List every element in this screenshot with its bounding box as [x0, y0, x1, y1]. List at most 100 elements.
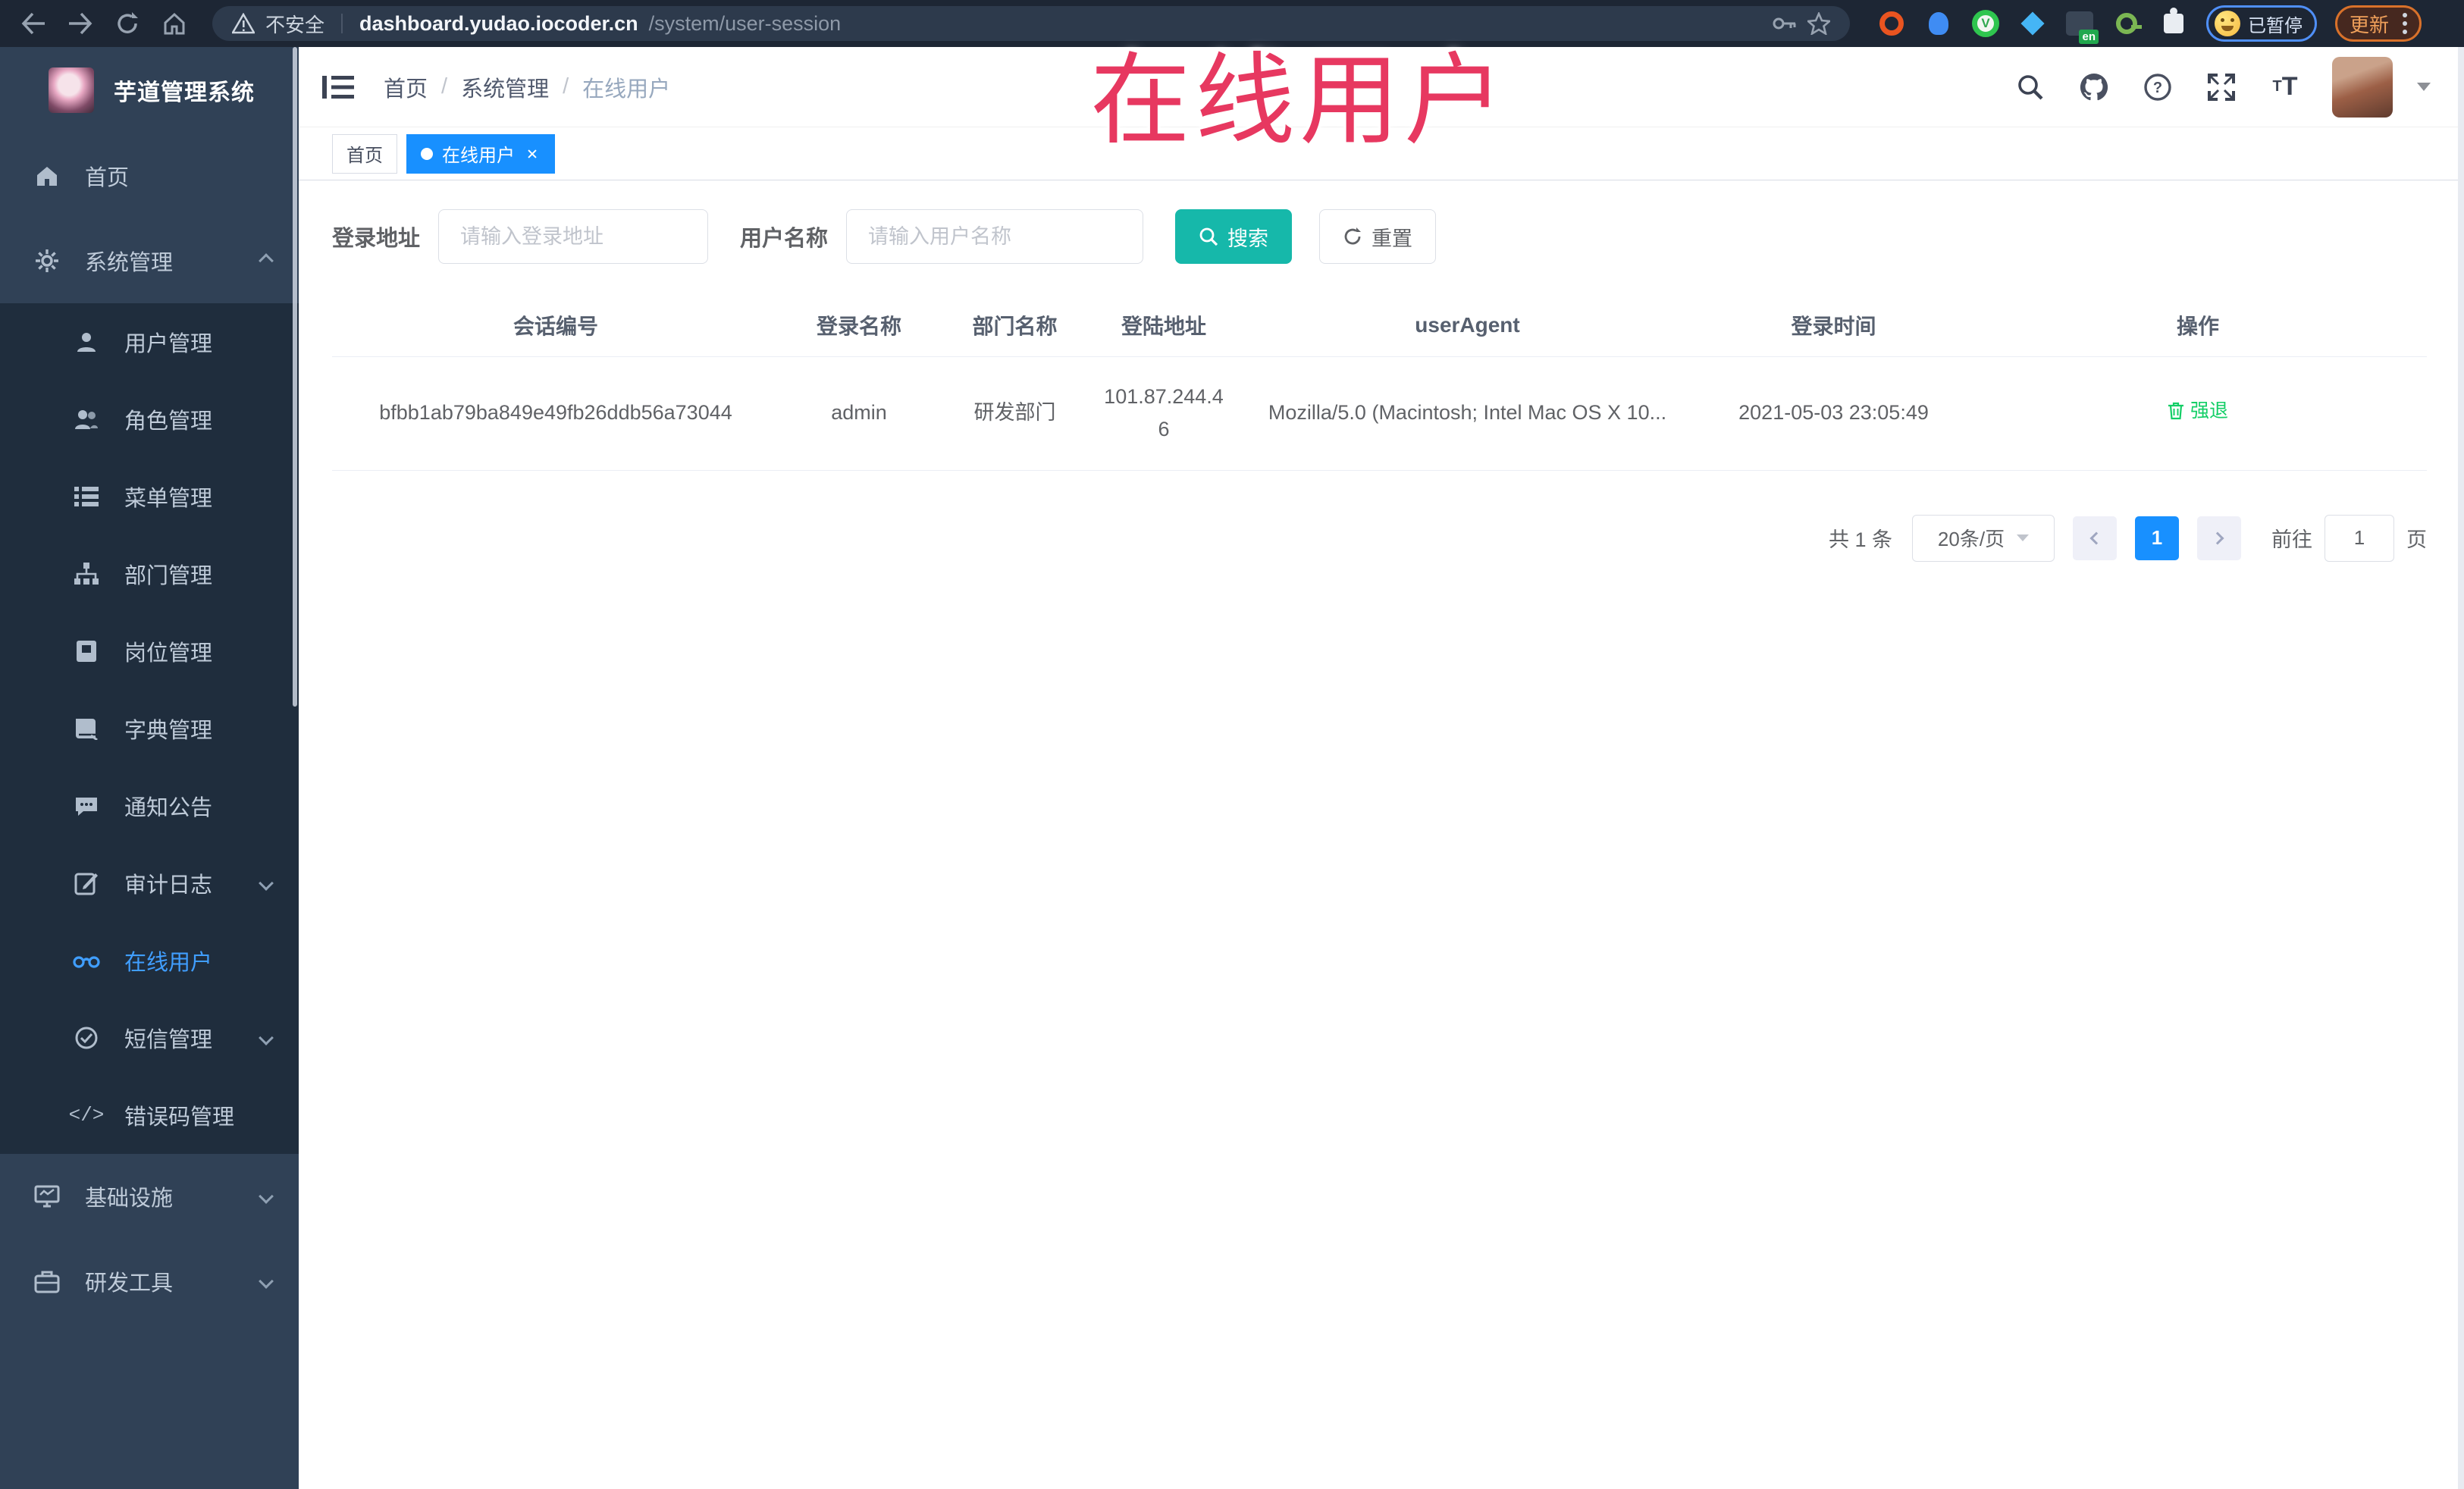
- sidebar-item-department-management[interactable]: 部门管理: [0, 535, 299, 613]
- extension-diamond-icon[interactable]: [2018, 9, 2047, 38]
- browser-forward-button[interactable]: [61, 4, 100, 43]
- sidebar-item-system-management[interactable]: 系统管理: [0, 218, 299, 303]
- fullscreen-icon[interactable]: [2205, 71, 2238, 104]
- search-button[interactable]: 搜索: [1175, 209, 1293, 264]
- sidebar-item-label: 错误码管理: [124, 1105, 235, 1130]
- extension-key-icon[interactable]: [2112, 9, 2142, 38]
- chevron-down-icon: [259, 1274, 274, 1289]
- next-page-button[interactable]: [2197, 516, 2241, 560]
- sidebar-item-error-code-management[interactable]: </> 错误码管理: [0, 1077, 299, 1154]
- address-bar[interactable]: 不安全 dashboard.yudao.iocoder.cn/system/us…: [212, 6, 1850, 41]
- extension-translate-icon[interactable]: en: [2065, 9, 2099, 44]
- page-size-select[interactable]: 20条/页: [1912, 514, 2055, 562]
- breadcrumb-home[interactable]: 首页: [384, 71, 428, 103]
- sidebar-item-home[interactable]: 首页: [0, 133, 299, 218]
- help-icon[interactable]: ?: [2141, 71, 2174, 104]
- profile-paused-chip[interactable]: 已暂停: [2206, 5, 2317, 42]
- browser-back-button[interactable]: [14, 4, 53, 43]
- chevron-down-icon: [259, 1030, 274, 1045]
- force-logout-button[interactable]: 强退: [2168, 396, 2228, 426]
- sidebar-item-label: 首页: [85, 166, 130, 190]
- trash-icon: [2168, 403, 2183, 420]
- search-icon[interactable]: [2014, 71, 2047, 104]
- system-management-submenu: 用户管理 角色管理 菜单管理 部门管理 岗位管理 字典管理 通知公告 审计日志 …: [0, 303, 299, 1154]
- sidebar-item-infrastructure[interactable]: 基础设施: [0, 1154, 299, 1239]
- chevron-down-icon: [259, 876, 274, 891]
- security-label[interactable]: 不安全: [265, 10, 324, 38]
- github-icon[interactable]: [2077, 71, 2111, 104]
- search-icon: [1199, 227, 1218, 246]
- password-key-icon[interactable]: [1773, 17, 1797, 30]
- sidebar-item-online-users[interactable]: 在线用户: [0, 922, 299, 999]
- sidebar-item-notice-announcement[interactable]: 通知公告: [0, 767, 299, 845]
- sidebar-item-label: 角色管理: [124, 409, 213, 434]
- sidebar-item-dict-management[interactable]: 字典管理: [0, 690, 299, 767]
- browser-home-button[interactable]: [155, 4, 194, 43]
- sidebar-scrollbar[interactable]: [293, 47, 297, 707]
- sidebar-item-label: 字典管理: [124, 719, 213, 743]
- browser-menu-icon[interactable]: [2403, 13, 2408, 34]
- tab-online-users[interactable]: 在线用户: [406, 133, 555, 174]
- sidebar-item-menu-management[interactable]: 菜单管理: [0, 458, 299, 535]
- extension-icons: V en 已暂停 更新: [1877, 5, 2422, 44]
- en-badge: en: [2079, 30, 2099, 44]
- extension-v-icon[interactable]: V: [1971, 9, 2000, 38]
- tab-home[interactable]: 首页: [332, 133, 397, 174]
- edit-log-icon: [73, 870, 100, 897]
- extensions-puzzle-icon[interactable]: [2159, 8, 2188, 38]
- goto-label: 前往: [2271, 528, 2312, 551]
- font-size-icon[interactable]: TT: [2268, 71, 2302, 104]
- goto-page-input[interactable]: [2324, 514, 2394, 562]
- breadcrumb-system-management[interactable]: 系统管理: [461, 71, 549, 103]
- breadcrumb-separator: /: [563, 74, 569, 99]
- username-input[interactable]: [846, 209, 1144, 264]
- pagination: 共 1 条 20条/页 1 前往 页: [332, 514, 2427, 562]
- active-tab-dot: [421, 147, 433, 160]
- sidebar-item-dev-tools[interactable]: 研发工具: [0, 1239, 299, 1324]
- online-users-icon: [73, 947, 100, 974]
- avatar-caret-icon[interactable]: [2417, 83, 2431, 91]
- chevron-down-icon: [259, 1189, 274, 1204]
- app-logo: [49, 67, 94, 113]
- prev-page-button[interactable]: [2073, 516, 2117, 560]
- user-icon: [73, 328, 100, 356]
- monitor-icon: [33, 1183, 61, 1210]
- user-avatar[interactable]: [2332, 56, 2393, 118]
- sidebar-item-label: 研发工具: [85, 1271, 174, 1296]
- cell-username: admin: [779, 356, 939, 471]
- chevron-up-icon: [259, 253, 274, 268]
- reset-button[interactable]: 重置: [1319, 209, 1437, 264]
- sidebar-item-label: 菜单管理: [124, 487, 213, 511]
- login-address-input[interactable]: [438, 209, 709, 264]
- url-path: /system/user-session: [648, 11, 842, 35]
- sidebar-item-label: 部门管理: [124, 564, 213, 588]
- col-session-id: 会话编号: [332, 294, 779, 357]
- page-number-1[interactable]: 1: [2135, 516, 2179, 560]
- bookmark-star-icon[interactable]: [1807, 12, 1830, 35]
- chevron-down-icon: [2017, 534, 2030, 541]
- header-actions: ? TT: [2014, 56, 2464, 118]
- extension-ubuntu-icon[interactable]: [1877, 9, 1906, 38]
- org-tree-icon: [73, 560, 100, 588]
- sidebar-item-audit-log[interactable]: 审计日志: [0, 845, 299, 922]
- extension-lamp-icon[interactable]: [1924, 9, 1953, 38]
- message-icon: [73, 792, 100, 820]
- sessions-table: 会话编号 登录名称 部门名称 登陆地址 userAgent 登录时间 操作 bf…: [332, 294, 2427, 471]
- window-scrollbar[interactable]: [2458, 47, 2464, 1489]
- browser-reload-button[interactable]: [108, 4, 147, 43]
- sidebar-item-label: 通知公告: [124, 796, 213, 820]
- main-content: 登录地址 用户名称 搜索 重置 会话编号 登录名称 部门名称 登陆地址 user…: [299, 180, 2464, 1489]
- sidebar-item-sms-management[interactable]: 短信管理: [0, 999, 299, 1077]
- app-logo-row[interactable]: 芋道管理系统: [0, 47, 299, 133]
- url-host: dashboard.yudao.iocoder.cn: [359, 11, 638, 35]
- sidebar-collapse-icon[interactable]: [320, 69, 356, 105]
- update-label: 更新: [2350, 13, 2390, 36]
- close-icon[interactable]: [524, 146, 541, 162]
- pagination-total: 共 1 条: [1828, 528, 1892, 551]
- sidebar-item-role-management[interactable]: 角色管理: [0, 381, 299, 458]
- browser-update-button[interactable]: 更新: [2335, 5, 2422, 42]
- col-login-time: 登录时间: [1698, 294, 1969, 357]
- sidebar-item-user-management[interactable]: 用户管理: [0, 303, 299, 381]
- sidebar-item-post-management[interactable]: 岗位管理: [0, 613, 299, 690]
- table-row: bfbb1ab79ba849e49fb26ddb56a73044 admin 研…: [332, 356, 2427, 471]
